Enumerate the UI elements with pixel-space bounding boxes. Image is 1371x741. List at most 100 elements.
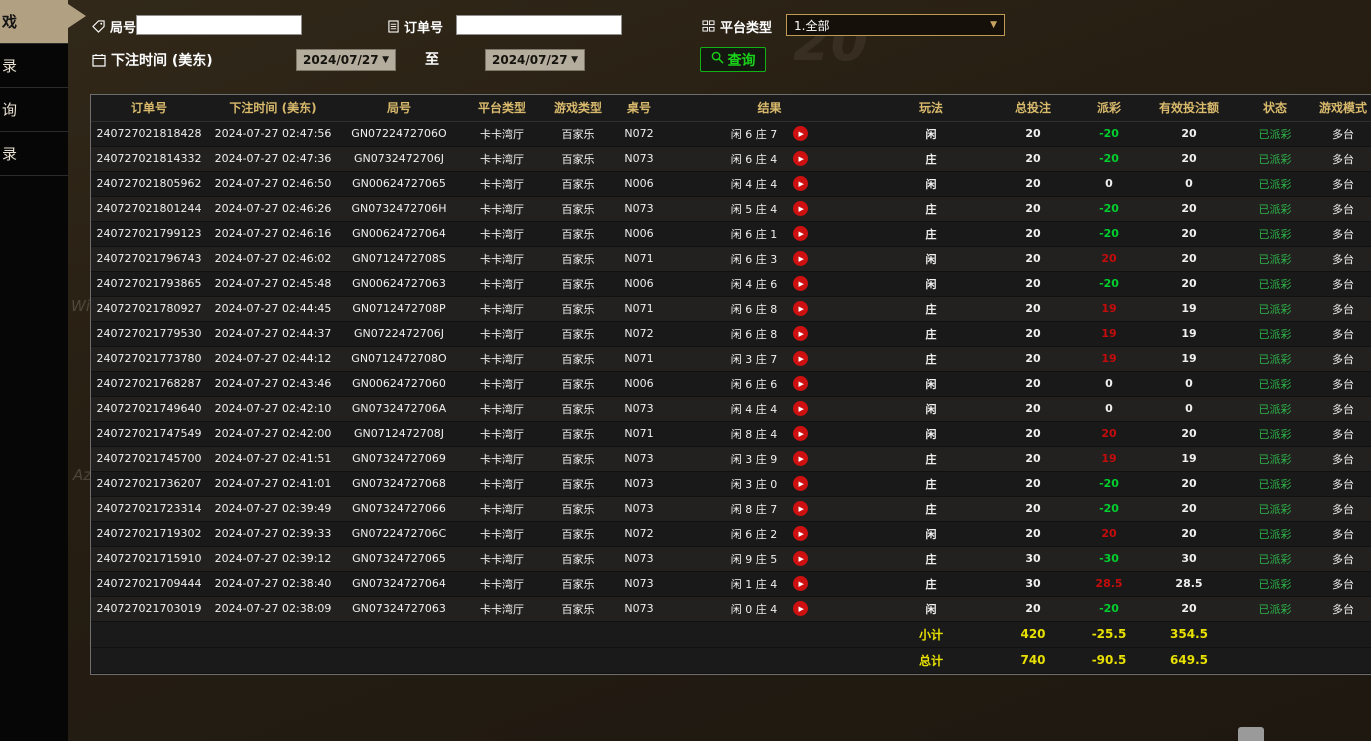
order-cell: 240727021773780 [91,346,207,371]
sidebar-item-record-2[interactable]: 录 [0,132,68,176]
sidebar-item-label: 询 [2,99,17,120]
bet-cell: 20 [990,146,1076,171]
mode-cell: 多台 [1314,246,1371,271]
platform-cell: 卡卡湾厅 [459,446,545,471]
payout-cell: 19 [1076,296,1142,321]
play-video-icon[interactable]: ▶ [793,426,808,441]
order-cell: 240727021703019 [91,596,207,621]
platform-cell: 卡卡湾厅 [459,396,545,421]
date-to-picker[interactable]: 2024/07/27 ▼ [485,49,585,71]
status-cell: 已派彩 [1236,246,1314,271]
order-cell: 240727021719302 [91,521,207,546]
platform-type-value: 1.全部 [794,17,829,34]
play-cell: 闲 [872,421,990,446]
game-cell: 百家乐 [545,196,611,221]
search-icon [711,51,724,68]
play-video-icon[interactable]: ▶ [793,251,808,266]
play-cell: 闲 [872,371,990,396]
play-video-icon[interactable]: ▶ [793,351,808,366]
col-header-time: 下注时间 (美东) [207,95,339,121]
round-cell: GN07324727069 [339,446,459,471]
bet-cell: 30 [990,571,1076,596]
platform-cell: 卡卡湾厅 [459,521,545,546]
status-cell: 已派彩 [1236,421,1314,446]
round-cell: GN0712472708O [339,346,459,371]
play-video-icon[interactable]: ▶ [793,301,808,316]
play-video-icon[interactable]: ▶ [793,451,808,466]
payout-cell: -30 [1076,546,1142,571]
time-cell: 2024-07-27 02:44:12 [207,346,339,371]
play-video-icon[interactable]: ▶ [793,601,808,616]
table_no-cell: N073 [611,146,667,171]
order-cell: 240727021768287 [91,371,207,396]
play-video-icon[interactable]: ▶ [793,401,808,416]
table-row: 2407270217737802024-07-27 02:44:12GN0712… [91,346,1371,371]
result-text: 闲 4 庄 6 [731,276,778,292]
result-cell: 闲 3 庄 7▶ [667,346,872,371]
col-header-bet: 总投注 [990,95,1076,121]
status-cell: 已派彩 [1236,446,1314,471]
round-cell: GN07324727066 [339,496,459,521]
time-cell: 2024-07-27 02:44:37 [207,321,339,346]
play-video-icon[interactable]: ▶ [793,176,808,191]
valid-cell: 0 [1142,396,1236,421]
bottom-right-button[interactable] [1238,727,1264,741]
order-cell: 240727021709444 [91,571,207,596]
time-cell: 2024-07-27 02:42:00 [207,421,339,446]
result-cell: 闲 6 庄 2▶ [667,521,872,546]
sidebar-item-record[interactable]: 录 [0,44,68,88]
play-video-icon[interactable]: ▶ [793,576,808,591]
play-video-icon[interactable]: ▶ [793,326,808,341]
platform-type-select[interactable]: 1.全部 ▼ [786,14,1005,36]
status-cell: 已派彩 [1236,546,1314,571]
col-header-platform: 平台类型 [459,95,545,121]
order-number-input[interactable] [456,15,622,35]
play-video-icon[interactable]: ▶ [793,126,808,141]
result-text: 闲 4 庄 4 [731,401,778,417]
platform-cell: 卡卡湾厅 [459,496,545,521]
bet-cell: 20 [990,371,1076,396]
valid-cell: 20 [1142,471,1236,496]
sidebar-item-game[interactable]: 戏 [0,0,68,44]
round-number-input[interactable] [136,15,302,35]
round-cell: GN00624727063 [339,271,459,296]
table-row: 2407270217362072024-07-27 02:41:01GN0732… [91,471,1371,496]
time-cell: 2024-07-27 02:44:45 [207,296,339,321]
payout-cell: 0 [1076,371,1142,396]
date-from-picker[interactable]: 2024/07/27 ▼ [296,49,396,71]
query-button[interactable]: 查询 [700,47,766,72]
table_no-cell: N071 [611,346,667,371]
result-cell: 闲 6 庄 1▶ [667,221,872,246]
order-cell: 240727021793865 [91,271,207,296]
time-cell: 2024-07-27 02:39:33 [207,521,339,546]
valid-cell: 0 [1142,371,1236,396]
play-video-icon[interactable]: ▶ [793,551,808,566]
game-cell: 百家乐 [545,171,611,196]
result-cell: 闲 4 庄 4▶ [667,171,872,196]
status-cell: 已派彩 [1236,271,1314,296]
play-video-icon[interactable]: ▶ [793,151,808,166]
time-cell: 2024-07-27 02:46:02 [207,246,339,271]
play-video-icon[interactable]: ▶ [793,276,808,291]
play-cell: 闲 [872,171,990,196]
play-video-icon[interactable]: ▶ [793,526,808,541]
order-cell: 240727021747549 [91,421,207,446]
mode-cell: 多台 [1314,471,1371,496]
bet-cell: 20 [990,171,1076,196]
col-header-order: 订单号 [91,95,207,121]
play-video-icon[interactable]: ▶ [793,376,808,391]
table_no-cell: N071 [611,421,667,446]
play-video-icon[interactable]: ▶ [793,201,808,216]
result-cell: 闲 0 庄 4▶ [667,596,872,621]
play-cell: 庄 [872,346,990,371]
game-cell: 百家乐 [545,321,611,346]
play-video-icon[interactable]: ▶ [793,476,808,491]
valid-cell: 20 [1142,496,1236,521]
order-cell: 240727021805962 [91,171,207,196]
platform-cell: 卡卡湾厅 [459,246,545,271]
play-video-icon[interactable]: ▶ [793,501,808,516]
play-video-icon[interactable]: ▶ [793,226,808,241]
sidebar-item-label: 录 [2,143,17,164]
round-cell: GN0732472706H [339,196,459,221]
sidebar-item-query[interactable]: 询 [0,88,68,132]
